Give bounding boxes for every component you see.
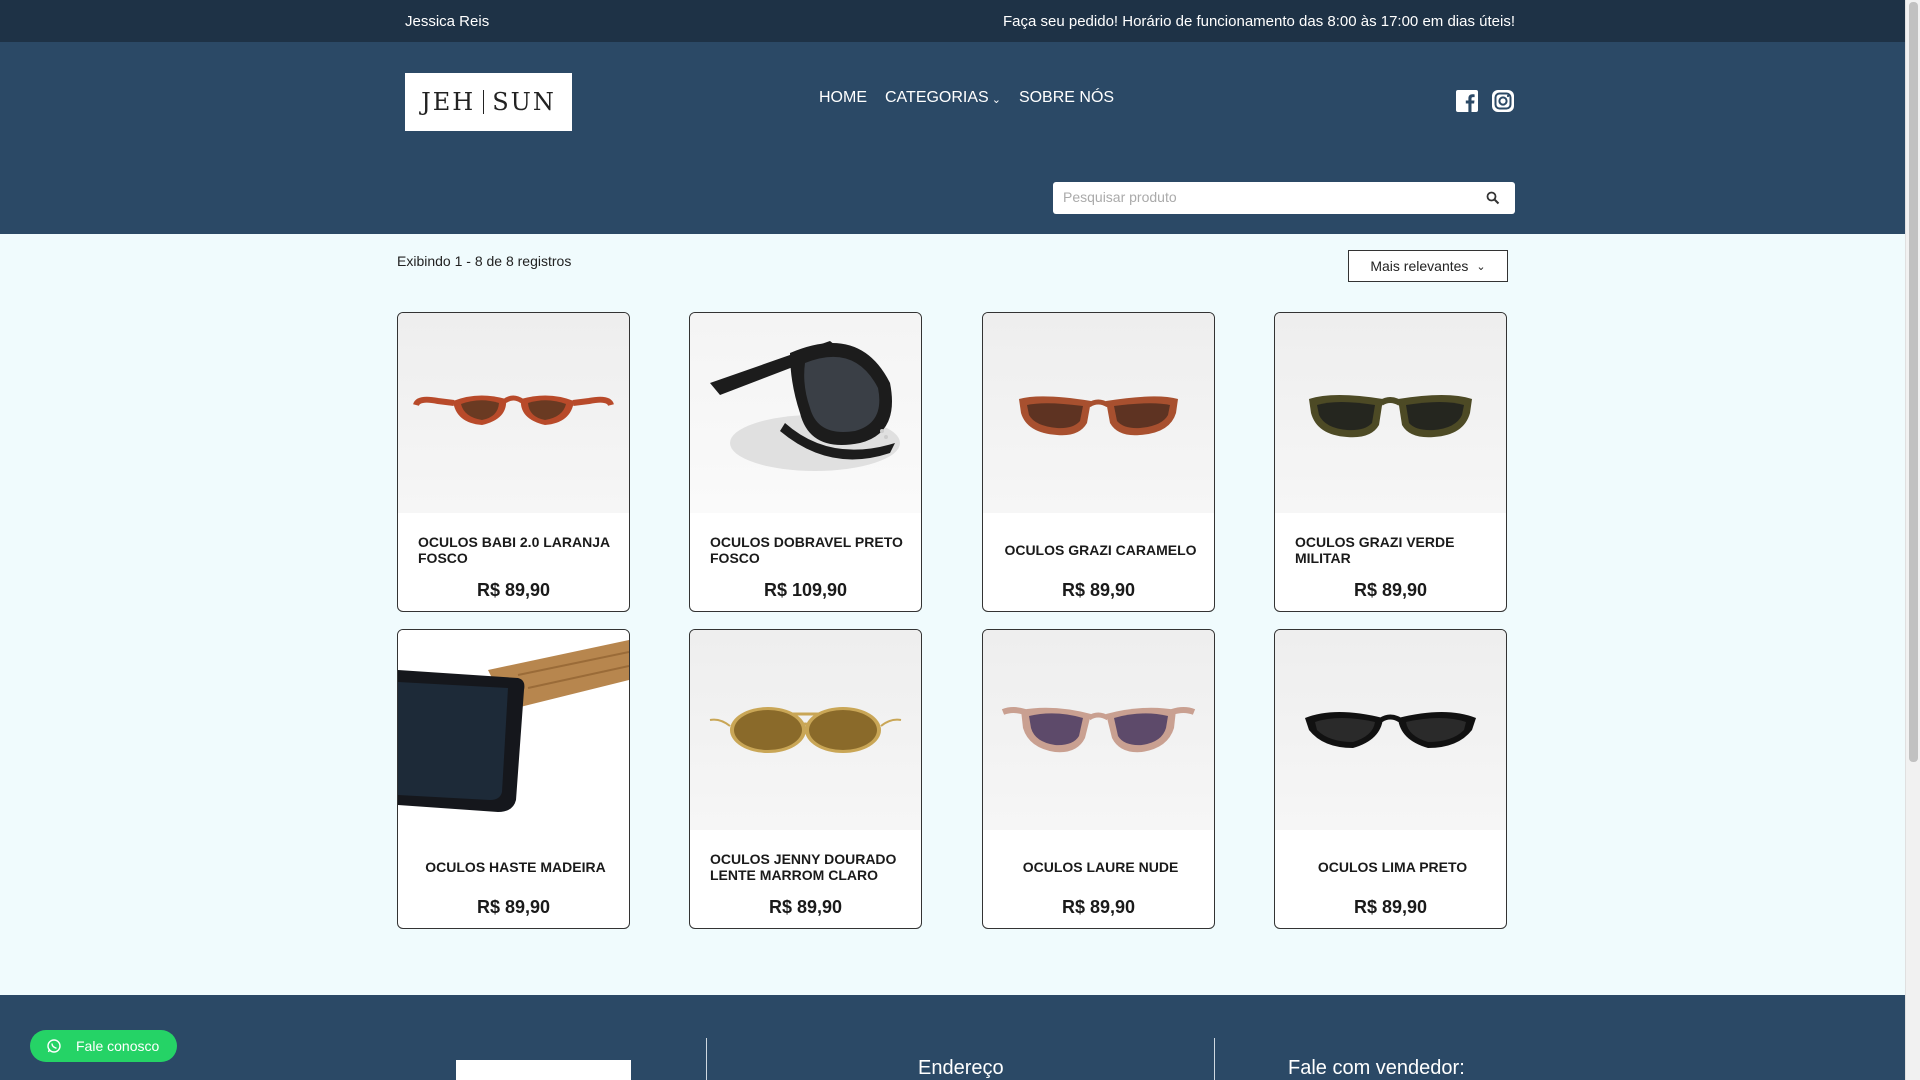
sunglasses-illustration <box>1305 712 1476 748</box>
product-name[interactable]: OCULOS GRAZI VERDE MILITAR <box>1295 533 1490 567</box>
chevron-down-icon: ⌄ <box>1476 260 1486 273</box>
footer-address-title: Endereço <box>918 1057 1004 1079</box>
store-logo[interactable]: JEH SUN <box>405 73 572 131</box>
whatsapp-chat-button[interactable]: Fale conosco <box>30 1030 177 1062</box>
sunglasses-illustration <box>1309 395 1472 438</box>
product-name[interactable]: OCULOS GRAZI CARAMELO <box>1003 533 1198 567</box>
search-input[interactable] <box>1063 189 1463 205</box>
product-card[interactable]: OCULOS GRAZI VERDE MILITAR R$ 89,90 <box>1274 312 1507 612</box>
nav-sobre-nos-label: SOBRE NÓS <box>1018 89 1115 106</box>
nav-sobre-nos[interactable]: SOBRE NÓS <box>1019 89 1114 107</box>
product-card[interactable]: OCULOS BABI 2.0 LARANJA FOSCO R$ 89,90 <box>397 312 630 612</box>
main-nav: HOME CATEGORIAS ⌄ SOBRE NÓS <box>819 89 1114 107</box>
search-icon[interactable] <box>1485 190 1501 206</box>
product-card[interactable]: OCULOS HASTE MADEIRA R$ 89,90 <box>397 629 630 929</box>
product-name[interactable]: OCULOS DOBRAVEL PRETO FOSCO <box>710 533 905 567</box>
sunglasses-illustration <box>1019 396 1178 436</box>
results-count: Exibindo 1 - 8 de 8 registros <box>397 253 572 269</box>
product-name[interactable]: OCULOS HASTE MADEIRA <box>418 850 613 884</box>
logo-text-left: JEH <box>421 88 476 116</box>
chevron-down-icon: ⌄ <box>991 94 1001 106</box>
product-image[interactable] <box>1275 630 1506 830</box>
site-header: JEH SUN HOME CATEGORIAS ⌄ SOBRE NÓS <box>0 42 1905 234</box>
social-links <box>1455 89 1515 113</box>
opening-hours-notice: Faça seu pedido! Horário de funcionament… <box>1003 13 1515 30</box>
footer-contact-title: Fale com vendedor: <box>1288 1057 1465 1079</box>
sunglasses-illustration <box>398 640 629 812</box>
top-bar: Jessica Reis Faça seu pedido! Horário de… <box>0 0 1905 42</box>
scrollbar[interactable] <box>1905 0 1920 1080</box>
whatsapp-label: Fale conosco <box>76 1038 160 1054</box>
footer-logo <box>456 1060 631 1080</box>
site-footer: Endereço Fale com vendedor: <box>0 995 1905 1080</box>
product-card[interactable]: OCULOS DOBRAVEL PRETO FOSCO R$ 109,90 <box>689 312 922 612</box>
logo-text-right: SUN <box>492 88 556 116</box>
product-image[interactable] <box>690 630 921 830</box>
page: Jessica Reis Faça seu pedido! Horário de… <box>0 0 1905 1080</box>
product-card[interactable]: OCULOS LAURE NUDE R$ 89,90 <box>982 629 1215 929</box>
product-price: R$ 89,90 <box>1353 897 1428 917</box>
search-box <box>1053 182 1515 214</box>
product-card[interactable]: OCULOS LIMA PRETO R$ 89,90 <box>1274 629 1507 929</box>
product-price: R$ 89,90 <box>768 897 843 917</box>
logo-divider <box>483 90 485 114</box>
nav-categorias[interactable]: CATEGORIAS ⌄ <box>885 89 1001 107</box>
product-price: R$ 89,90 <box>476 897 551 917</box>
product-image[interactable] <box>983 630 1214 830</box>
product-name[interactable]: OCULOS BABI 2.0 LARANJA FOSCO <box>418 533 613 567</box>
product-name[interactable]: OCULOS LAURE NUDE <box>1003 850 1198 884</box>
sort-label: Mais relevantes <box>1370 258 1469 274</box>
instagram-icon[interactable] <box>1491 89 1515 113</box>
whatsapp-icon <box>46 1038 62 1054</box>
footer-divider <box>706 1038 707 1080</box>
product-card[interactable]: OCULOS JENNY DOURADO LENTE MARROM CLARO … <box>689 629 922 929</box>
product-name[interactable]: OCULOS JENNY DOURADO LENTE MARROM CLARO <box>710 850 905 884</box>
sunglasses-illustration <box>1001 707 1196 753</box>
product-price: R$ 89,90 <box>1061 897 1136 917</box>
footer-divider <box>1214 1038 1215 1080</box>
sunglasses-illustration <box>413 395 614 425</box>
product-image[interactable] <box>398 630 629 830</box>
user-name[interactable]: Jessica Reis <box>405 13 489 30</box>
nav-categorias-label: CATEGORIAS <box>885 89 989 106</box>
product-price: R$ 89,90 <box>476 580 551 600</box>
product-price: R$ 89,90 <box>1353 580 1428 600</box>
product-image[interactable] <box>983 313 1214 513</box>
product-image[interactable] <box>1275 313 1506 513</box>
sunglasses-illustration <box>710 341 900 471</box>
nav-home[interactable]: HOME <box>819 89 867 107</box>
product-card[interactable]: OCULOS GRAZI CARAMELO R$ 89,90 <box>982 312 1215 612</box>
scrollbar-thumb[interactable] <box>1909 2 1918 762</box>
facebook-icon[interactable] <box>1455 89 1479 113</box>
product-image[interactable] <box>398 313 629 513</box>
product-name[interactable]: OCULOS LIMA PRETO <box>1295 850 1490 884</box>
nav-home-label: HOME <box>819 89 867 106</box>
product-price: R$ 109,90 <box>763 580 848 600</box>
product-image[interactable] <box>690 313 921 513</box>
sunglasses-illustration <box>709 707 902 753</box>
sort-select[interactable]: Mais relevantes ⌄ <box>1348 250 1508 282</box>
product-price: R$ 89,90 <box>1061 580 1136 600</box>
